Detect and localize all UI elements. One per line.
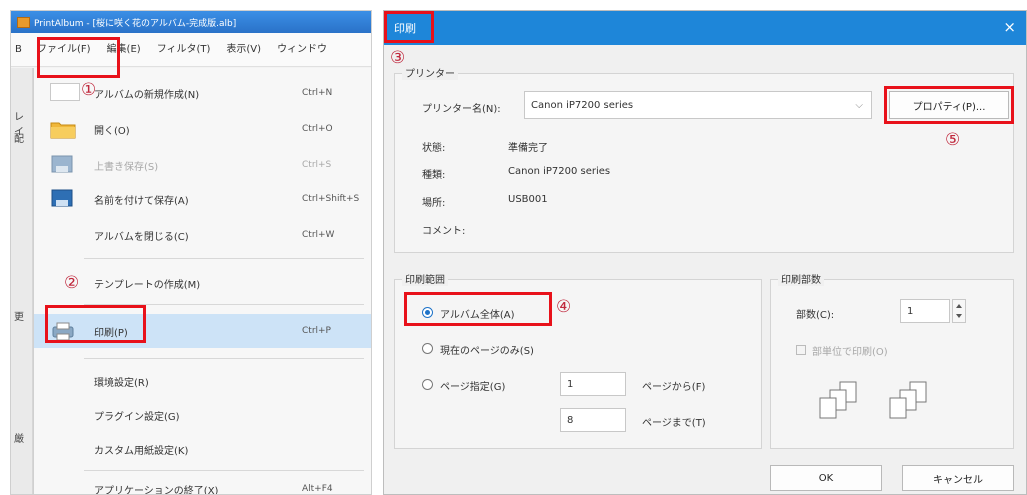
new-album-icon <box>50 83 80 101</box>
menu-item-label: アルバムの新規作成(N) <box>94 89 200 101</box>
menu-item-close-album[interactable]: アルバムを閉じる(C) Ctrl+W <box>34 218 371 252</box>
collate-checkbox[interactable] <box>796 345 806 355</box>
side-strip-text: 配 <box>14 134 24 145</box>
highlight-whole-album <box>404 292 552 326</box>
printalbum-window: PrintAlbum - [桜に咲く花のアルバム-完成版.alb] B ファイル… <box>10 10 372 495</box>
comment-label: コメント: <box>422 226 466 237</box>
annotation-number-2: ② <box>64 273 80 293</box>
copies-group-label: 印刷部数 <box>778 271 824 286</box>
menu-item-plugin-settings[interactable]: プラグイン設定(G) <box>34 398 371 432</box>
menu-item-custom-paper[interactable]: カスタム用紙設定(K) <box>34 432 371 466</box>
close-icon[interactable]: × <box>1003 18 1016 36</box>
printer-name-select[interactable]: Canon iP7200 series ⌵ <box>524 91 872 119</box>
menu-filter[interactable]: フィルタ(T) <box>149 37 219 63</box>
menu-item-save[interactable]: 上書き保存(S) Ctrl+S <box>34 148 371 182</box>
menu-item-label: 開く(O) <box>94 125 130 137</box>
chevron-down-icon: ⌵ <box>855 99 863 111</box>
status-value: 準備完了 <box>508 143 548 154</box>
type-value: Canon iP7200 series <box>508 166 611 177</box>
side-strip-text: 更 <box>14 312 24 323</box>
spinner-arrows-icon <box>956 304 962 318</box>
highlight-print-item <box>45 305 146 343</box>
highlight-properties-button <box>884 86 1014 124</box>
file-menu-dropdown: アルバムの新規作成(N) Ctrl+N 開く(O) Ctrl+O 上書き保存(S… <box>33 68 371 495</box>
menu-separator <box>84 258 364 259</box>
status-label: 状態: <box>422 143 446 154</box>
menu-item-save-as[interactable]: 名前を付けて保存(A) Ctrl+Shift+S <box>34 182 371 216</box>
menu-item-shortcut: Ctrl+S <box>302 160 332 170</box>
side-panel-strip: レイ 配 更 厳 <box>11 68 33 494</box>
menu-item-shortcut: Alt+F4 <box>302 484 333 494</box>
page-from-label: ページから(F) <box>642 382 706 393</box>
cancel-button[interactable]: キャンセル <box>902 465 1014 491</box>
printer-name-label: プリンター名(N): <box>422 104 501 115</box>
copies-input[interactable]: 1 <box>900 299 950 323</box>
menu-item-open[interactable]: 開く(O) Ctrl+O <box>34 112 371 146</box>
radio-page-range-label[interactable]: ページ指定(G) <box>440 378 505 393</box>
menu-separator <box>84 358 364 359</box>
menu-edge-text: B <box>15 44 22 55</box>
menu-item-shortcut: Ctrl+W <box>302 230 335 240</box>
menu-item-shortcut: Ctrl+Shift+S <box>302 194 360 204</box>
menu-item-template[interactable]: テンプレートの作成(M) <box>34 266 371 300</box>
print-dialog: 印刷 × プリンター プリンター名(N): Canon iP7200 serie… <box>383 10 1027 495</box>
radio-current-page[interactable] <box>422 343 433 354</box>
radio-page-range[interactable] <box>422 379 433 390</box>
menu-item-label: 環境設定(R) <box>94 377 149 389</box>
folder-icon <box>50 122 76 139</box>
menu-window[interactable]: ウィンドウ <box>269 37 335 63</box>
menu-separator <box>84 470 364 471</box>
menu-item-label: カスタム用紙設定(K) <box>94 445 189 457</box>
page-to-input[interactable]: 8 <box>560 408 626 432</box>
menu-item-label: プラグイン設定(G) <box>94 411 180 423</box>
side-strip-text: 厳 <box>14 434 24 445</box>
location-value: USB001 <box>508 194 548 205</box>
collate-pages-icon <box>819 381 927 419</box>
print-range-label: 印刷範囲 <box>402 271 448 286</box>
menu-item-shortcut: Ctrl+P <box>302 326 331 336</box>
page-to-label: ページまで(T) <box>642 418 706 429</box>
annotation-number-4: ④ <box>556 297 572 317</box>
menu-item-label: 名前を付けて保存(A) <box>94 195 189 207</box>
copies-spinner[interactable] <box>952 299 966 323</box>
ok-button[interactable]: OK <box>770 465 882 491</box>
dialog-titlebar: 印刷 × <box>384 11 1026 45</box>
menu-item-exit[interactable]: アプリケーションの終了(X) Alt+F4 <box>34 472 371 495</box>
type-label: 種類: <box>422 170 446 181</box>
window-title: PrintAlbum - [桜に咲く花のアルバム-完成版.alb] <box>34 18 237 29</box>
menu-item-shortcut: Ctrl+O <box>302 124 333 134</box>
radio-current-page-label[interactable]: 現在のページのみ(S) <box>440 342 534 357</box>
collate-label: 部単位で印刷(O) <box>812 347 888 358</box>
location-label: 場所: <box>422 198 446 209</box>
menu-item-label: 上書き保存(S) <box>94 161 159 173</box>
save-as-icon <box>51 189 73 207</box>
menu-item-label: テンプレートの作成(M) <box>94 279 201 291</box>
printer-group-label: プリンター <box>402 65 458 80</box>
annotation-number-3: ③ <box>390 48 406 68</box>
highlight-dialog-title <box>384 11 434 43</box>
save-icon <box>51 155 73 173</box>
annotation-number-1: ① <box>81 80 97 100</box>
copies-label: 部数(C): <box>796 310 835 321</box>
menu-item-shortcut: Ctrl+N <box>302 88 333 98</box>
app-icon <box>17 16 30 28</box>
menu-item-label: アルバムを閉じる(C) <box>94 231 189 243</box>
printer-name-value: Canon iP7200 series <box>531 99 634 111</box>
menu-view[interactable]: 表示(V) <box>218 37 269 63</box>
menu-item-preferences[interactable]: 環境設定(R) <box>34 364 371 398</box>
highlight-file-menu <box>37 37 120 78</box>
window-titlebar: PrintAlbum - [桜に咲く花のアルバム-完成版.alb] <box>11 11 371 33</box>
page-from-input[interactable]: 1 <box>560 372 626 396</box>
menu-item-label: アプリケーションの終了(X) <box>94 485 219 495</box>
annotation-number-5: ⑤ <box>945 130 961 150</box>
